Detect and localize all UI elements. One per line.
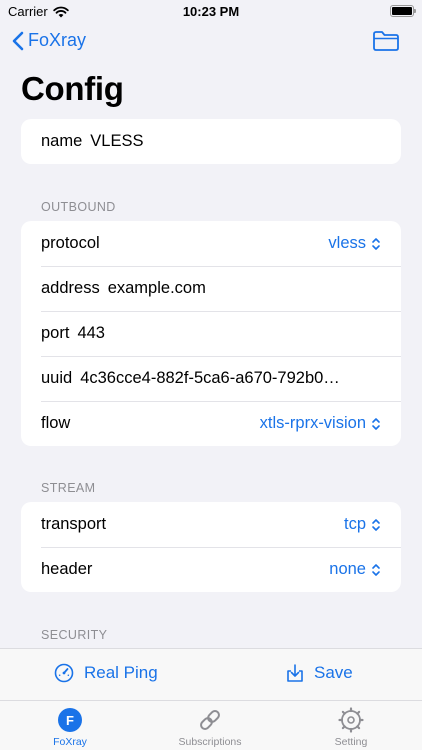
save-label: Save xyxy=(314,663,353,682)
flow-row: flow xtls-rprx-vision xyxy=(21,401,401,446)
stream-section-header: STREAM xyxy=(41,481,96,495)
uuid-value: 4c36cce4-882f-5ca6-a670-792b0… xyxy=(80,369,340,387)
header-picker[interactable]: none xyxy=(329,560,381,579)
f-circle-icon: F xyxy=(58,708,82,732)
tab-setting-label: Setting xyxy=(334,736,368,748)
header-label: header xyxy=(41,560,93,578)
tab-foxray[interactable]: F FoXray xyxy=(20,707,120,748)
folder-icon xyxy=(373,31,399,51)
port-value: 443 xyxy=(77,324,105,342)
folder-button[interactable] xyxy=(372,30,400,57)
flow-value: xtls-rprx-vision xyxy=(259,414,366,432)
transport-row: transport tcp xyxy=(21,502,401,547)
status-time: 10:23 PM xyxy=(182,4,240,19)
battery-icon xyxy=(390,5,416,17)
uuid-label: uuid xyxy=(41,369,73,387)
chevron-up-down-icon xyxy=(372,237,380,250)
stream-card: transport tcp header none xyxy=(21,502,401,592)
tab-subscriptions[interactable]: Subscriptions xyxy=(160,707,260,748)
address-field[interactable]: address example.com xyxy=(21,266,401,311)
gear-icon xyxy=(338,707,364,733)
navigation-bar: FoXray xyxy=(0,28,422,60)
link-icon xyxy=(200,710,220,730)
name-value: VLESS xyxy=(90,132,144,150)
save-button[interactable]: Save xyxy=(286,663,353,683)
protocol-picker[interactable]: vless xyxy=(328,234,381,253)
name-field[interactable]: name VLESS xyxy=(21,119,401,164)
outbound-card: protocol vless address example.com port … xyxy=(21,221,401,446)
flow-picker[interactable]: xtls-rprx-vision xyxy=(260,414,381,433)
chevron-up-down-icon xyxy=(372,518,380,531)
save-icon xyxy=(287,664,303,682)
port-label: port xyxy=(41,324,70,342)
outbound-section-header: OUTBOUND xyxy=(41,200,116,214)
real-ping-label: Real Ping xyxy=(84,663,158,682)
page-title: Config xyxy=(21,70,124,107)
transport-value: tcp xyxy=(343,515,366,533)
protocol-label: protocol xyxy=(41,234,100,252)
security-section-header: SECURITY xyxy=(41,628,108,642)
tab-foxray-label: FoXray xyxy=(53,736,87,748)
name-label: name xyxy=(41,132,83,150)
uuid-field[interactable]: uuid 4c36cce4-882f-5ca6-a670-792b0… xyxy=(21,356,401,401)
chevron-left-icon xyxy=(12,31,24,50)
real-ping-button[interactable]: Real Ping xyxy=(54,663,158,683)
name-card: name VLESS xyxy=(21,119,401,164)
header-row: header none xyxy=(21,547,401,592)
address-label: address xyxy=(41,279,100,297)
tab-bar: F FoXray Subscriptions Setting xyxy=(0,700,422,750)
flow-label: flow xyxy=(41,414,71,432)
chevron-up-down-icon xyxy=(372,563,380,576)
action-bar: Real Ping Save xyxy=(0,648,422,700)
speedometer-icon xyxy=(54,663,74,683)
status-bar: Carrier 10:23 PM xyxy=(0,0,422,24)
back-button[interactable]: FoXray xyxy=(12,30,86,51)
header-value: none xyxy=(329,560,366,578)
tab-setting[interactable]: Setting xyxy=(301,707,401,748)
transport-label: transport xyxy=(41,515,107,533)
tab-subscriptions-label: Subscriptions xyxy=(178,736,242,748)
protocol-row: protocol vless xyxy=(21,221,401,266)
transport-picker[interactable]: tcp xyxy=(344,515,381,534)
protocol-value: vless xyxy=(328,234,366,252)
port-field[interactable]: port 443 xyxy=(21,311,401,356)
chevron-up-down-icon xyxy=(372,417,380,430)
back-button-label: FoXray xyxy=(28,30,87,50)
address-value: example.com xyxy=(107,279,206,297)
